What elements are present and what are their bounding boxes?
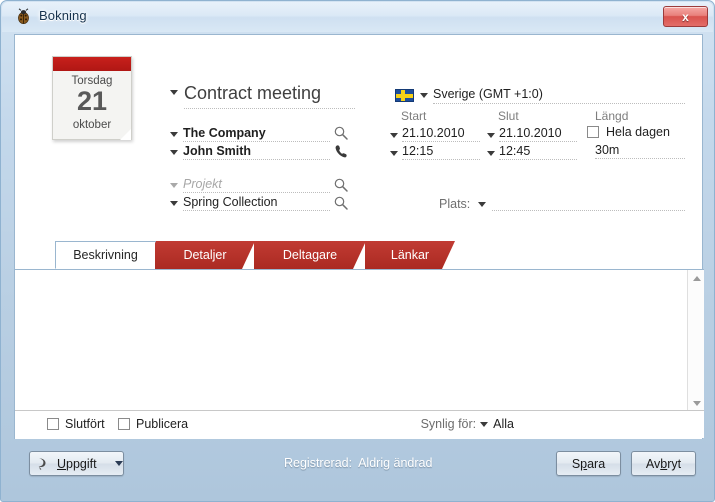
calendar-page-fold	[120, 129, 131, 140]
start-date-value: 21.10.2010	[402, 126, 480, 142]
published-checkbox[interactable]	[118, 418, 130, 430]
chevron-down-icon[interactable]	[420, 92, 428, 98]
company-value: The Company	[183, 126, 330, 142]
beetle-icon	[15, 8, 32, 25]
dialog-client-area: Torsdag 21 oktober Contract meeting The …	[14, 34, 704, 439]
end-time-value: 12:45	[499, 144, 577, 160]
save-button-label: Spara	[571, 456, 606, 471]
status-row: Slutfört Publicera Synlig för: Alla	[15, 410, 704, 438]
duration-column-header: Längd	[595, 109, 629, 123]
cancel-button[interactable]: Avbryt	[631, 451, 696, 476]
calendar-band	[53, 57, 131, 71]
company-field[interactable]: The Company	[170, 125, 330, 142]
start-time-value: 12:15	[402, 144, 480, 160]
chevron-down-icon[interactable]	[170, 90, 178, 96]
project-value-field[interactable]: Spring Collection	[170, 194, 330, 211]
tab-detaljer[interactable]: Detaljer	[155, 241, 255, 269]
calendar-day: 21	[76, 86, 108, 116]
registered-value: Aldrig ändrad	[358, 456, 433, 470]
chevron-down-icon[interactable]	[390, 151, 398, 156]
phone-icon[interactable]	[333, 143, 349, 159]
search-icon[interactable]	[333, 125, 349, 141]
chevron-down-icon[interactable]	[487, 151, 495, 156]
completed-checkbox-row[interactable]: Slutfört	[47, 417, 105, 431]
task-accel-char: U	[57, 456, 67, 471]
chevron-down-icon[interactable]	[170, 150, 178, 155]
published-checkbox-row[interactable]: Publicera	[118, 417, 188, 431]
tab-label: Länkar	[390, 248, 430, 262]
window-title: Bokning	[39, 8, 87, 23]
title-bar: Bokning x	[1, 1, 715, 31]
close-icon: x	[682, 9, 689, 24]
description-scrollbar[interactable]	[687, 270, 704, 411]
scroll-down-arrow-icon[interactable]	[688, 395, 705, 411]
chevron-down-icon[interactable]	[480, 421, 489, 427]
visibility-label: Synlig för:	[420, 417, 477, 431]
visibility-value: Alla	[493, 417, 514, 431]
start-date-field[interactable]: 21.10.2010	[390, 125, 480, 142]
chevron-down-icon[interactable]	[170, 132, 178, 137]
completed-checkbox[interactable]	[47, 418, 59, 430]
cancel-button-label: Avbryt	[645, 456, 682, 471]
date-calendar-widget[interactable]: Torsdag 21 oktober	[52, 56, 132, 140]
tab-label: Detaljer	[183, 248, 227, 262]
tab-beskrivning[interactable]: Beskrivning	[55, 241, 156, 269]
visibility-field[interactable]: Synlig för: Alla	[421, 417, 514, 431]
timezone-field[interactable]: Sverige (GMT +1:0)	[395, 85, 685, 105]
swedish-flag-icon	[395, 88, 414, 102]
description-textarea[interactable]	[21, 274, 682, 408]
all-day-checkbox-row[interactable]: Hela dagen	[587, 125, 670, 139]
chevron-down-icon[interactable]	[115, 461, 123, 466]
registered-status: Registrerad: Aldrig ändrad	[284, 456, 432, 470]
location-label: Plats:	[439, 197, 471, 211]
location-field[interactable]: Plats:	[439, 193, 685, 211]
timezone-value: Sverige (GMT +1:0)	[433, 87, 685, 104]
tab-label: Beskrivning	[73, 248, 138, 262]
registered-label: Registrerad:	[284, 456, 353, 470]
all-day-label: Hela dagen	[606, 125, 670, 139]
close-button[interactable]: x	[663, 6, 708, 27]
tab-lankar[interactable]: Länkar	[365, 241, 455, 269]
search-icon[interactable]	[333, 195, 349, 211]
save-button[interactable]: Spara	[556, 451, 621, 476]
booking-dialog-window: Bokning x Torsdag 21 oktober Contract me…	[0, 0, 715, 502]
all-day-checkbox[interactable]	[587, 126, 599, 138]
start-time-field[interactable]: 12:15	[390, 143, 480, 160]
end-date-field[interactable]: 21.10.2010	[487, 125, 577, 142]
task-button-rest: ppgift	[66, 456, 97, 471]
task-button[interactable]: Uppgift	[29, 451, 124, 476]
start-column-header: Start	[401, 109, 427, 123]
task-icon	[36, 457, 50, 471]
end-date-value: 21.10.2010	[499, 126, 577, 142]
project-field[interactable]: Projekt	[170, 176, 330, 193]
subject-value: Contract meeting	[184, 83, 322, 103]
tab-label: Deltagare	[282, 248, 338, 262]
end-column-header: Slut	[498, 109, 519, 123]
description-panel	[15, 269, 704, 411]
subject-underline	[184, 108, 355, 109]
task-button-label: Uppgift	[57, 457, 111, 471]
published-label: Publicera	[136, 417, 189, 431]
end-time-field[interactable]: 12:45	[487, 143, 577, 160]
tab-strip: Beskrivning Detaljer Deltagare Länkar	[15, 241, 704, 269]
project-value: Spring Collection	[183, 195, 330, 211]
chevron-down-icon[interactable]	[170, 183, 178, 188]
chevron-down-icon[interactable]	[478, 202, 487, 207]
search-icon[interactable]	[333, 177, 349, 193]
contact-field[interactable]: John Smith	[170, 143, 330, 160]
location-value	[492, 197, 685, 211]
project-placeholder: Projekt	[183, 177, 330, 193]
contact-value: John Smith	[183, 144, 330, 160]
chevron-down-icon[interactable]	[170, 201, 178, 206]
tab-deltagare[interactable]: Deltagare	[254, 241, 366, 269]
subject-field[interactable]: Contract meeting	[170, 83, 355, 109]
duration-value: 30m	[595, 143, 685, 159]
chevron-down-icon[interactable]	[390, 133, 398, 138]
completed-label: Slutfört	[65, 417, 105, 431]
scroll-up-arrow-icon[interactable]	[688, 270, 705, 286]
chevron-down-icon[interactable]	[487, 133, 495, 138]
